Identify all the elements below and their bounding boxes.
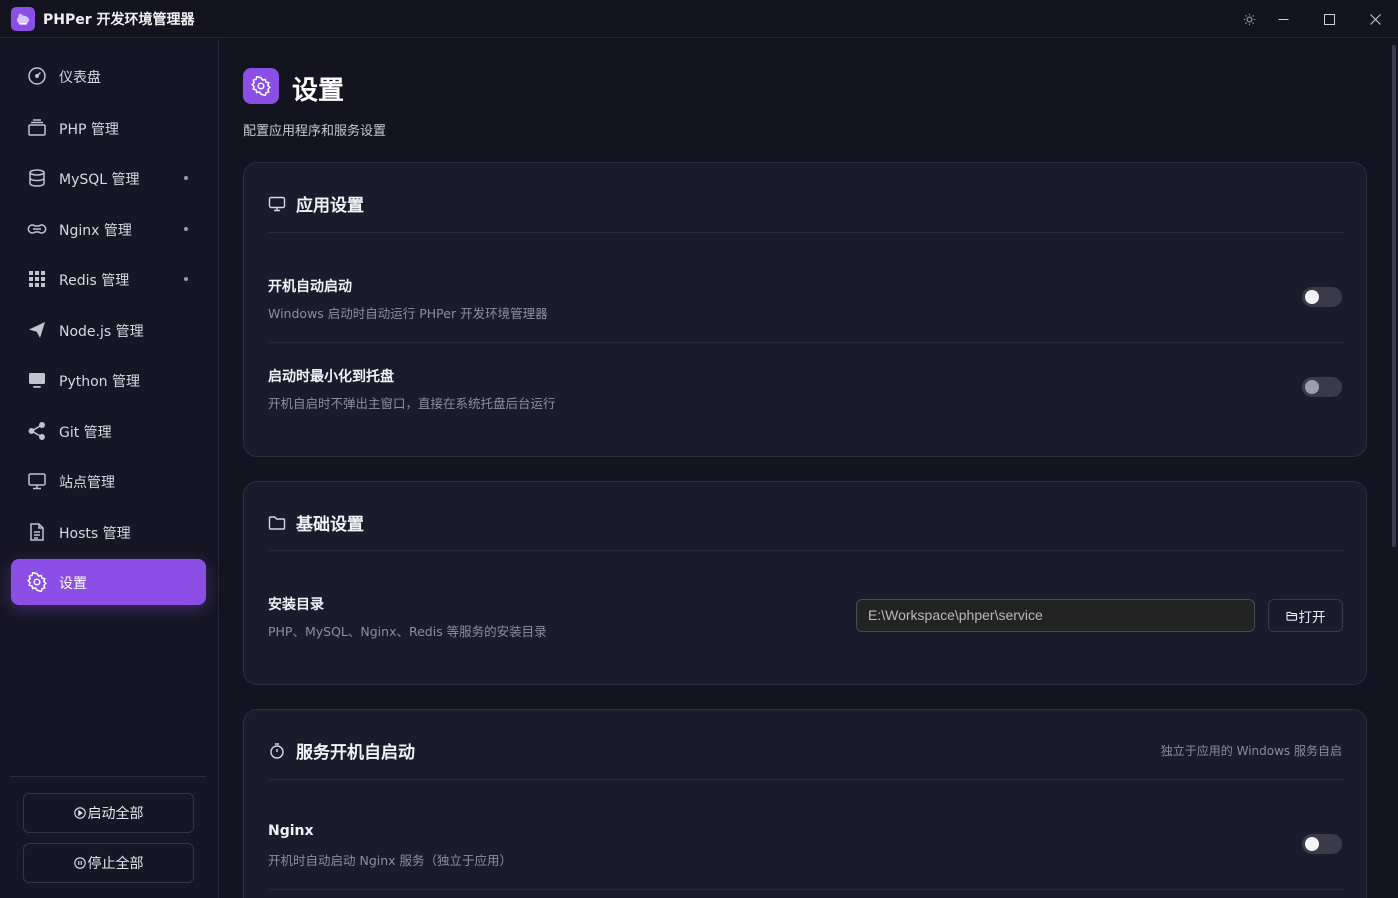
app-settings-card: 应用设置 开机自动启动 Windows 启动时自动运行 PHPer 开发环境管理…	[243, 162, 1367, 457]
basic-settings-header: 基础设置	[268, 510, 364, 535]
minimize-title: 启动时最小化到托盘	[268, 369, 394, 385]
install-dir-input[interactable]: E:\Workspace\phper\service	[856, 599, 1255, 632]
status-dot	[184, 227, 188, 231]
app-logo-icon	[11, 7, 35, 31]
open-folder-label: 打开	[1298, 609, 1326, 626]
stop-all-button[interactable]: 停止全部	[23, 843, 194, 883]
sidebar-item-hosts[interactable]: Hosts 管理	[11, 509, 206, 555]
sidebar: 仪表盘 PHP 管理 MySQL 管理 Nginx 管理 Redis 管理 No…	[0, 39, 219, 898]
sidebar-item-dashboard[interactable]: 仪表盘	[11, 53, 206, 99]
pause-circle-icon	[73, 857, 86, 869]
row-divider	[268, 889, 1344, 890]
nginx-icon	[27, 219, 47, 239]
toggle-knob	[1305, 290, 1319, 304]
sidebar-item-php[interactable]: PHP 管理	[11, 105, 206, 151]
sidebar-item-redis[interactable]: Redis 管理	[11, 256, 206, 302]
main-content: 设置 配置应用程序和服务设置 应用设置 开机自动启动 Windows 启动时自动…	[219, 39, 1389, 898]
service-autostart-header: 服务开机自启动	[268, 738, 415, 763]
sidebar-item-label: 仪表盘	[59, 70, 101, 86]
close-button[interactable]	[1352, 0, 1398, 38]
scrollbar-thumb[interactable]	[1392, 45, 1396, 547]
open-folder-button[interactable]: 打开	[1268, 599, 1343, 632]
sidebar-item-python[interactable]: Python 管理	[11, 357, 206, 403]
theme-toggle-icon[interactable]	[1236, 0, 1262, 38]
title-bar: PHPer 开发环境管理器	[0, 0, 1398, 38]
autostart-toggle[interactable]	[1302, 287, 1342, 307]
sidebar-item-label: Node.js 管理	[59, 324, 144, 340]
basic-settings-card: 基础设置 安装目录 PHP、MySQL、Nginx、Redis 等服务的安装目录…	[243, 481, 1367, 685]
toggle-knob	[1305, 380, 1319, 394]
app-settings-title: 应用设置	[296, 196, 364, 216]
start-all-button[interactable]: 启动全部	[23, 793, 194, 833]
sidebar-item-mysql[interactable]: MySQL 管理	[11, 155, 206, 201]
database-icon	[27, 168, 47, 188]
card-divider	[268, 779, 1344, 780]
app-title: PHPer 开发环境管理器	[43, 12, 195, 28]
sidebar-item-label: Git 管理	[59, 425, 112, 441]
sidebar-item-label: Python 管理	[59, 374, 140, 390]
grid-icon	[27, 269, 47, 289]
install-dir-title: 安装目录	[268, 597, 324, 613]
page-title: 设置	[292, 76, 345, 106]
main-scrollbar[interactable]	[1390, 39, 1398, 898]
play-circle-icon	[73, 807, 86, 819]
install-dir-desc: PHP、MySQL、Nginx、Redis 等服务的安装目录	[268, 624, 547, 639]
monitor-icon	[27, 370, 47, 390]
stop-all-label: 停止全部	[87, 856, 144, 872]
sidebar-item-nginx[interactable]: Nginx 管理	[11, 206, 206, 252]
file-icon	[27, 522, 47, 542]
toggle-knob	[1305, 837, 1319, 851]
nginx-autostart-desc: 开机时自动启动 Nginx 服务（独立于应用）	[268, 853, 513, 868]
service-autostart-title: 服务开机自启动	[296, 743, 415, 763]
minimize-desc: 开机自启时不弹出主窗口，直接在系统托盘后台运行	[268, 396, 556, 411]
nginx-autostart-title: Nginx	[268, 823, 314, 839]
autostart-desc: Windows 启动时自动运行 PHPer 开发环境管理器	[268, 306, 548, 321]
start-all-label: 启动全部	[87, 806, 144, 822]
status-dot	[184, 277, 188, 281]
basic-settings-title: 基础设置	[296, 515, 364, 535]
dashboard-icon	[27, 66, 47, 86]
folder-open-icon	[1285, 610, 1298, 622]
folder-icon	[268, 514, 286, 532]
sidebar-item-label: 设置	[59, 576, 87, 592]
status-dot	[184, 176, 188, 180]
sidebar-item-nodejs[interactable]: Node.js 管理	[11, 307, 206, 353]
sidebar-item-label: 站点管理	[59, 475, 115, 491]
share-icon	[27, 421, 47, 441]
nginx-autostart-toggle[interactable]	[1302, 834, 1342, 854]
minimize-button[interactable]	[1260, 0, 1306, 38]
sidebar-item-settings[interactable]: 设置	[11, 559, 206, 605]
minimize-toggle[interactable]	[1302, 377, 1342, 397]
desktop-icon	[27, 471, 47, 491]
monitor-outline-icon	[268, 195, 286, 213]
sidebar-item-label: Redis 管理	[59, 273, 130, 289]
send-icon	[27, 320, 47, 340]
gear-icon	[27, 572, 47, 592]
maximize-button[interactable]	[1306, 0, 1352, 38]
sidebar-item-git[interactable]: Git 管理	[11, 408, 206, 454]
layers-icon	[27, 118, 47, 138]
sidebar-item-label: MySQL 管理	[59, 172, 140, 188]
sidebar-item-sites[interactable]: 站点管理	[11, 458, 206, 504]
service-autostart-note: 独立于应用的 Windows 服务自启	[1160, 744, 1342, 758]
autostart-title: 开机自动启动	[268, 279, 352, 295]
sidebar-divider	[10, 776, 206, 777]
timer-icon	[268, 742, 286, 760]
page-subtitle: 配置应用程序和服务设置	[243, 124, 387, 139]
sidebar-item-label: PHP 管理	[59, 122, 119, 138]
row-divider	[268, 342, 1344, 343]
sidebar-item-label: Hosts 管理	[59, 526, 131, 542]
card-divider	[268, 232, 1344, 233]
app-settings-header: 应用设置	[268, 191, 364, 216]
card-divider	[268, 550, 1344, 551]
service-autostart-card: 服务开机自启动 独立于应用的 Windows 服务自启 Nginx 开机时自动启…	[243, 709, 1367, 898]
sidebar-item-label: Nginx 管理	[59, 223, 132, 239]
settings-page-icon	[243, 68, 279, 104]
